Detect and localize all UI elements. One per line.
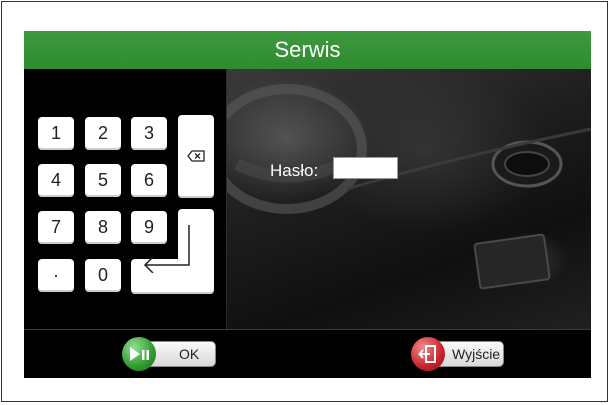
backspace-icon bbox=[187, 146, 205, 167]
password-label: Hasło: bbox=[270, 161, 319, 180]
window-title: Serwis bbox=[274, 37, 341, 62]
footer-divider bbox=[24, 329, 591, 330]
password-field[interactable] bbox=[333, 157, 398, 179]
key-4[interactable]: 4 bbox=[38, 164, 74, 197]
key-5[interactable]: 5 bbox=[85, 164, 121, 197]
play-pause-icon[interactable] bbox=[122, 337, 156, 371]
exit-door-icon[interactable] bbox=[411, 337, 445, 371]
backspace-key[interactable] bbox=[178, 115, 214, 198]
title-bar: Serwis bbox=[24, 31, 591, 69]
panel-divider bbox=[226, 69, 227, 331]
key-7[interactable]: 7 bbox=[38, 211, 74, 244]
key-3[interactable]: 3 bbox=[131, 117, 167, 150]
exit-button-label: Wyjście bbox=[452, 346, 501, 362]
key-0[interactable]: 0 bbox=[85, 259, 121, 292]
service-screen: Serwis 1 2 3 4 5 6 7 8 9 · 0 Hasło: OK W… bbox=[24, 31, 591, 378]
enter-key-lower[interactable] bbox=[131, 225, 214, 294]
key-2[interactable]: 2 bbox=[85, 117, 121, 150]
key-dot[interactable]: · bbox=[38, 259, 74, 292]
outer-frame: Serwis 1 2 3 4 5 6 7 8 9 · 0 Hasło: OK W… bbox=[1, 1, 608, 402]
key-6[interactable]: 6 bbox=[131, 164, 167, 197]
dashboard-background-image bbox=[227, 69, 591, 329]
key-1[interactable]: 1 bbox=[38, 117, 74, 150]
ok-button-label: OK bbox=[179, 346, 200, 362]
key-8[interactable]: 8 bbox=[85, 211, 121, 244]
